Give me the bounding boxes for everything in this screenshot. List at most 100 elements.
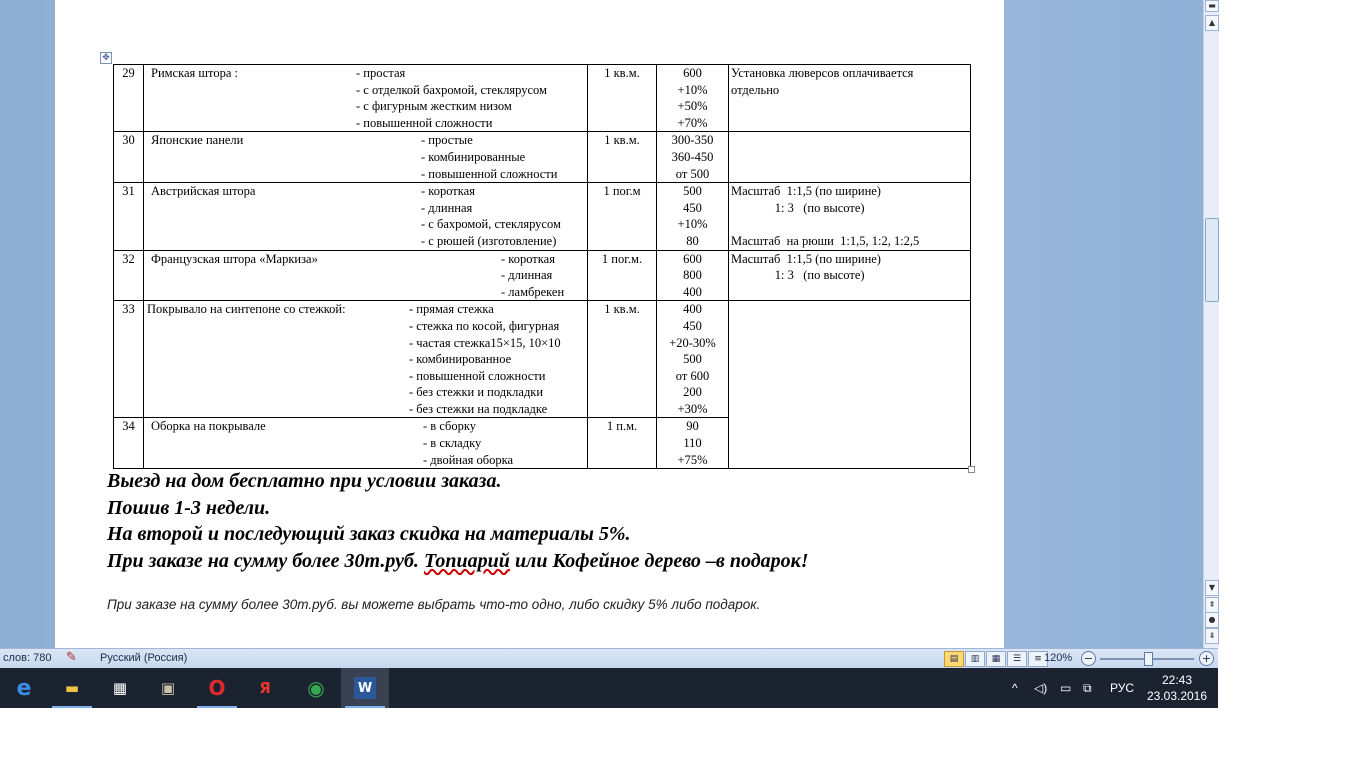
print-layout-icon[interactable]: ▤ [944, 651, 964, 667]
edge-icon: e [16, 675, 32, 701]
scroll-down-button[interactable]: ▼ [1205, 580, 1219, 596]
note-cell [728, 131, 971, 184]
price-cell: 400 450 +20-30% 500 от 600 200 +30% [656, 300, 729, 419]
price-value: 500 [683, 352, 702, 367]
zoom-in-button[interactable]: + [1199, 651, 1214, 666]
taskbar-app[interactable]: ▣ [144, 668, 192, 708]
option-line: - короткая [421, 184, 475, 199]
tray-network[interactable]: ⧉ [1083, 668, 1092, 708]
option-line: - прямая стежка [409, 302, 494, 317]
price-table: 29 Римская штора : - простая - с отделкой б… [113, 63, 971, 470]
option-line: - короткая [501, 251, 555, 266]
table-move-handle-icon[interactable]: ✥ [100, 52, 112, 64]
chrome-icon: ◉ [307, 676, 325, 700]
taskbar-chrome[interactable]: ◉ [292, 668, 340, 708]
note-cell: Установка люверсов оплачивается отдельно [728, 63, 971, 133]
price-value: 600 [683, 66, 702, 80]
item-name: Покрывало на синтепоне со стежкой: [147, 302, 346, 317]
tray-volume[interactable]: ◁) [1034, 668, 1047, 708]
prev-page-button[interactable]: ⇞ [1205, 597, 1219, 613]
price-value: +30% [677, 401, 708, 416]
condition-line: При заказе на сумму более 30т.руб. Топиа… [107, 549, 809, 572]
unit-cell: 1 пог.м [587, 182, 657, 251]
word-count[interactable]: слов: 780 [3, 652, 51, 664]
unit-cell: 1 п.м. [587, 417, 657, 470]
price-value: 300-350 [671, 133, 714, 148]
option-line: - с рюшей (изготовление) [421, 233, 557, 248]
vertical-scrollbar[interactable]: ▬ ▲ ▼ ⇞ ● ⇟ [1203, 0, 1219, 648]
row-number: 31 [113, 182, 144, 251]
price-cell: 600 +10% +50% +70% [656, 63, 729, 133]
view-buttons: ▤ ▥ ▦ ☰ ≡ [944, 651, 1049, 667]
item-cell: Покрывало на синтепоне со стежкой: - прям… [143, 300, 588, 419]
taskbar-yandex[interactable]: Я [241, 668, 289, 708]
row-number: 32 [113, 249, 144, 302]
price-value: 110 [683, 436, 702, 451]
price-value: 200 [683, 385, 702, 400]
taskbar-word[interactable]: W [341, 668, 389, 708]
option-line: - без стежки и подкладки [409, 385, 544, 400]
opera-icon: O [208, 676, 226, 700]
price-value: 90 [686, 419, 699, 434]
price-value: 80 [686, 233, 699, 248]
item-options: - простая - с отделкой бахромой, стекляру… [356, 65, 585, 131]
table-row: 31 Австрийская штора - короткая - длинная - … [113, 182, 971, 251]
taskbar-store[interactable]: ▦ [96, 668, 144, 708]
condition-line: Пошив 1-3 недели. [107, 496, 271, 519]
tray-language[interactable]: РУС [1110, 668, 1134, 708]
item-options: - простые - комбинированные - повышенной с… [421, 132, 585, 182]
price-value: 400 [683, 302, 702, 317]
zoom-level[interactable]: 120% [1044, 652, 1072, 664]
condition-line: На второй и последующий заказ скидка на … [107, 523, 631, 545]
note-line [731, 216, 968, 233]
price-value: +70% [677, 115, 708, 130]
option-line: - частая стежка15×15, 10×10 [409, 335, 561, 350]
price-value: от 500 [675, 166, 710, 181]
option-line: - повышенной сложности [356, 115, 493, 130]
table-row: 32 Французская штора «Маркиза» - короткая -… [113, 249, 971, 302]
scroll-thumb[interactable] [1205, 218, 1219, 302]
zoom-out-button[interactable]: − [1081, 651, 1096, 666]
word-icon: W [354, 677, 376, 699]
option-line: - простая [356, 66, 406, 80]
price-value: 450 [683, 200, 702, 215]
option-line: - в сборку [423, 419, 477, 434]
table-resize-handle[interactable] [968, 466, 975, 473]
browse-object-button[interactable]: ● [1205, 612, 1219, 628]
note-line: отдельно [731, 82, 780, 97]
unit-cell: 1 кв.м. [587, 131, 657, 184]
option-line: - с фигурным жестким низом [356, 99, 512, 114]
full-screen-reading-icon[interactable]: ▥ [965, 651, 985, 667]
item-options: - в сборку - в складку - двойная оборка [423, 418, 585, 468]
table-row: 30 Японские панели - простые - комбинирован… [113, 131, 971, 184]
note-cell: Масштаб 1:1,5 (по ширине) 1: 3 (по высот… [728, 182, 971, 251]
option-line: - длинная [501, 268, 553, 283]
price-cell: 90 110 +75% [656, 417, 729, 470]
next-page-button[interactable]: ⇟ [1205, 628, 1219, 644]
proofing-icon[interactable]: ✎ [66, 650, 77, 665]
web-layout-icon[interactable]: ▦ [986, 651, 1006, 667]
tray-overflow[interactable]: ^ [1012, 668, 1018, 708]
scroll-up-button[interactable]: ▲ [1205, 15, 1219, 31]
option-line: - повышенной сложности [409, 368, 546, 383]
file-explorer-icon: ▬ [64, 679, 80, 697]
tray-battery[interactable]: ▭ [1060, 668, 1071, 708]
option-line: - простые [421, 133, 473, 148]
item-name: Римская штора : [151, 66, 238, 80]
tray-clock[interactable]: 22:43 23.03.2016 [1142, 672, 1212, 704]
taskbar-opera[interactable]: O [193, 668, 241, 708]
price-value: +10% [677, 217, 708, 232]
yandex-icon: Я [259, 679, 271, 697]
language-indicator[interactable]: Русский (Россия) [100, 652, 187, 664]
taskbar-edge[interactable]: e [0, 668, 48, 708]
zoom-slider-thumb[interactable] [1144, 652, 1153, 666]
item-name: Оборка на покрывале [151, 419, 266, 434]
note-line: Установка люверсов оплачивается [731, 66, 914, 80]
price-value: 450 [683, 318, 702, 333]
taskbar-explorer[interactable]: ▬ [48, 668, 96, 708]
outline-icon[interactable]: ☰ [1007, 651, 1027, 667]
price-value: +75% [677, 452, 708, 467]
price-value: от 600 [675, 368, 710, 383]
clock-date: 23.03.2016 [1146, 689, 1208, 703]
split-handle[interactable]: ▬ [1205, 0, 1219, 12]
